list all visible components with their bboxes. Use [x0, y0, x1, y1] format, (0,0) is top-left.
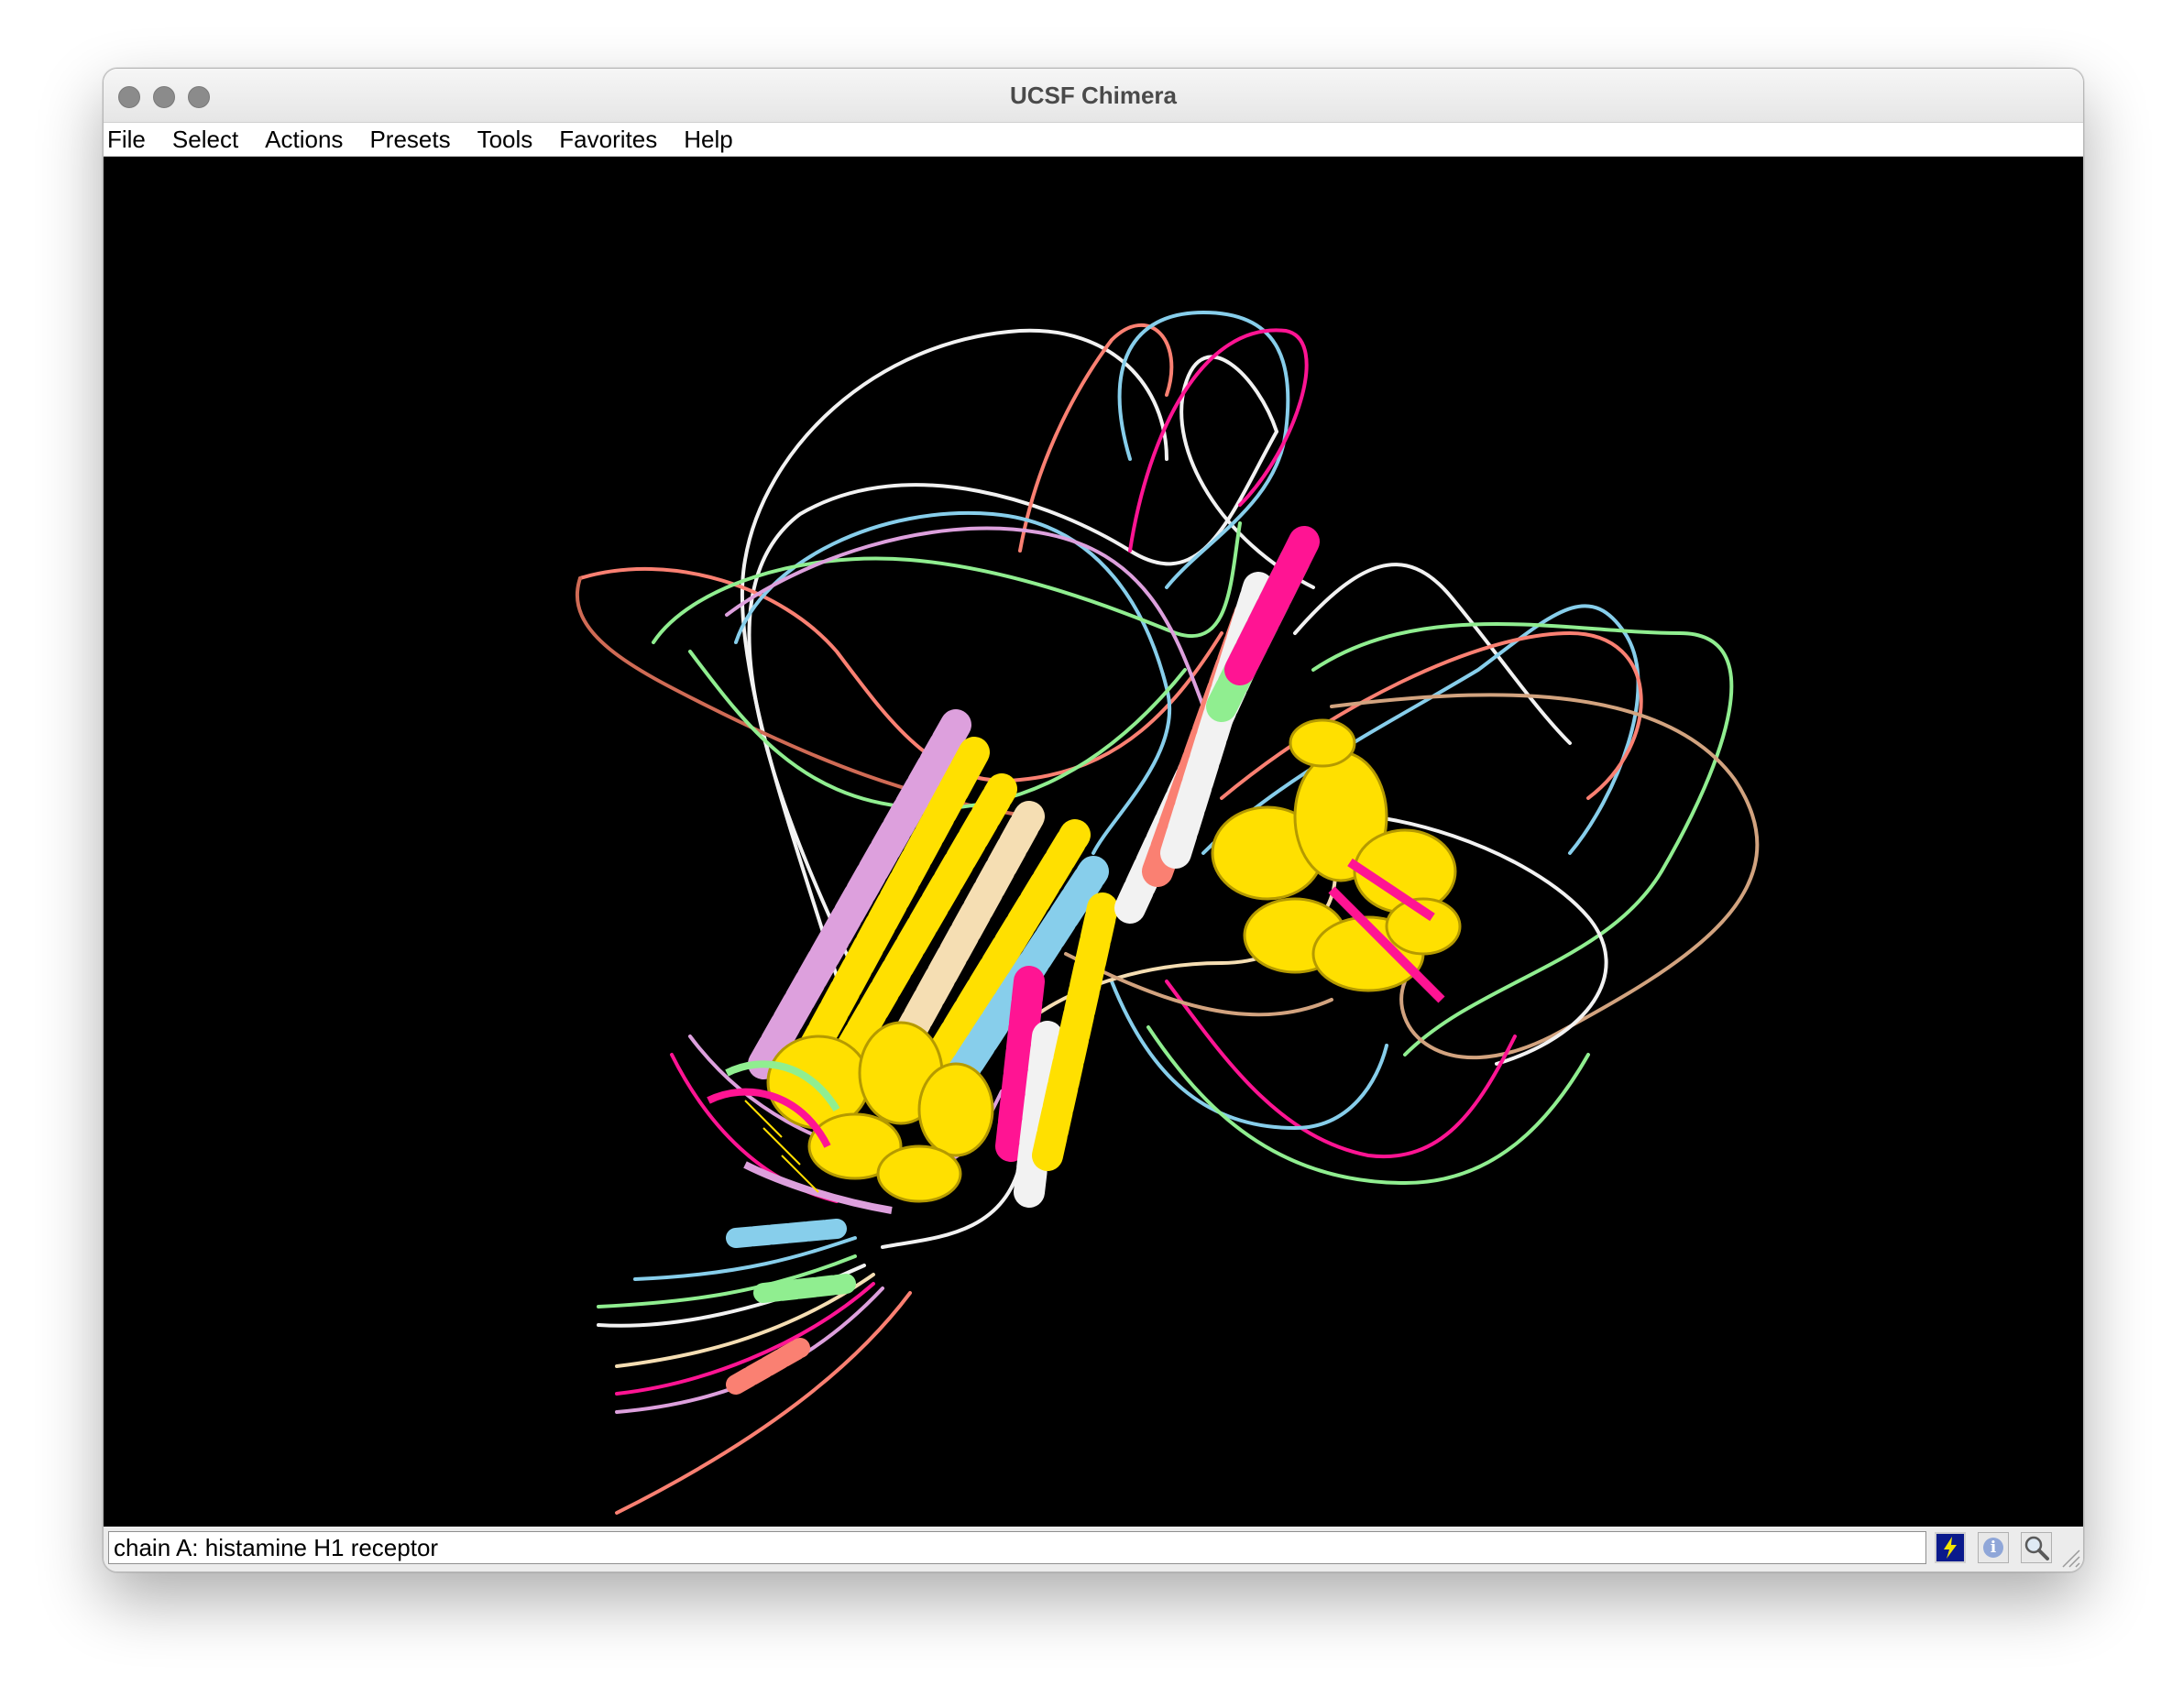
- status-bar: chain A: histamine H1 receptor i: [104, 1527, 2083, 1571]
- window-title: UCSF Chimera: [1009, 82, 1178, 109]
- menu-select[interactable]: Select: [169, 126, 249, 154]
- lightning-icon-glyph: [1944, 1537, 1957, 1559]
- menu-help[interactable]: Help: [680, 126, 743, 154]
- molecule-viewer-canvas[interactable]: [104, 157, 2083, 1527]
- magnifier-icon-glyph: [2024, 1536, 2049, 1560]
- magnifier-icon[interactable]: [2021, 1532, 2052, 1563]
- status-message: chain A: histamine H1 receptor: [108, 1531, 1926, 1564]
- menu-tools[interactable]: Tools: [474, 126, 544, 154]
- protein-ribbon-structure: [575, 310, 1760, 1515]
- menu-file[interactable]: File: [104, 126, 157, 154]
- lightning-icon[interactable]: [1935, 1532, 1966, 1563]
- title-bar[interactable]: UCSF Chimera: [104, 69, 2083, 123]
- menu-presets[interactable]: Presets: [366, 126, 461, 154]
- chimera-window: UCSF Chimera File Select Actions Presets…: [103, 68, 2084, 1572]
- menu-bar: File Select Actions Presets Tools Favori…: [104, 123, 2083, 157]
- info-icon[interactable]: i: [1978, 1532, 2009, 1563]
- menu-actions[interactable]: Actions: [261, 126, 354, 154]
- info-icon-glyph: i: [1983, 1538, 2003, 1558]
- menu-favorites[interactable]: Favorites: [555, 126, 668, 154]
- resize-grip-icon[interactable]: [2059, 1547, 2081, 1569]
